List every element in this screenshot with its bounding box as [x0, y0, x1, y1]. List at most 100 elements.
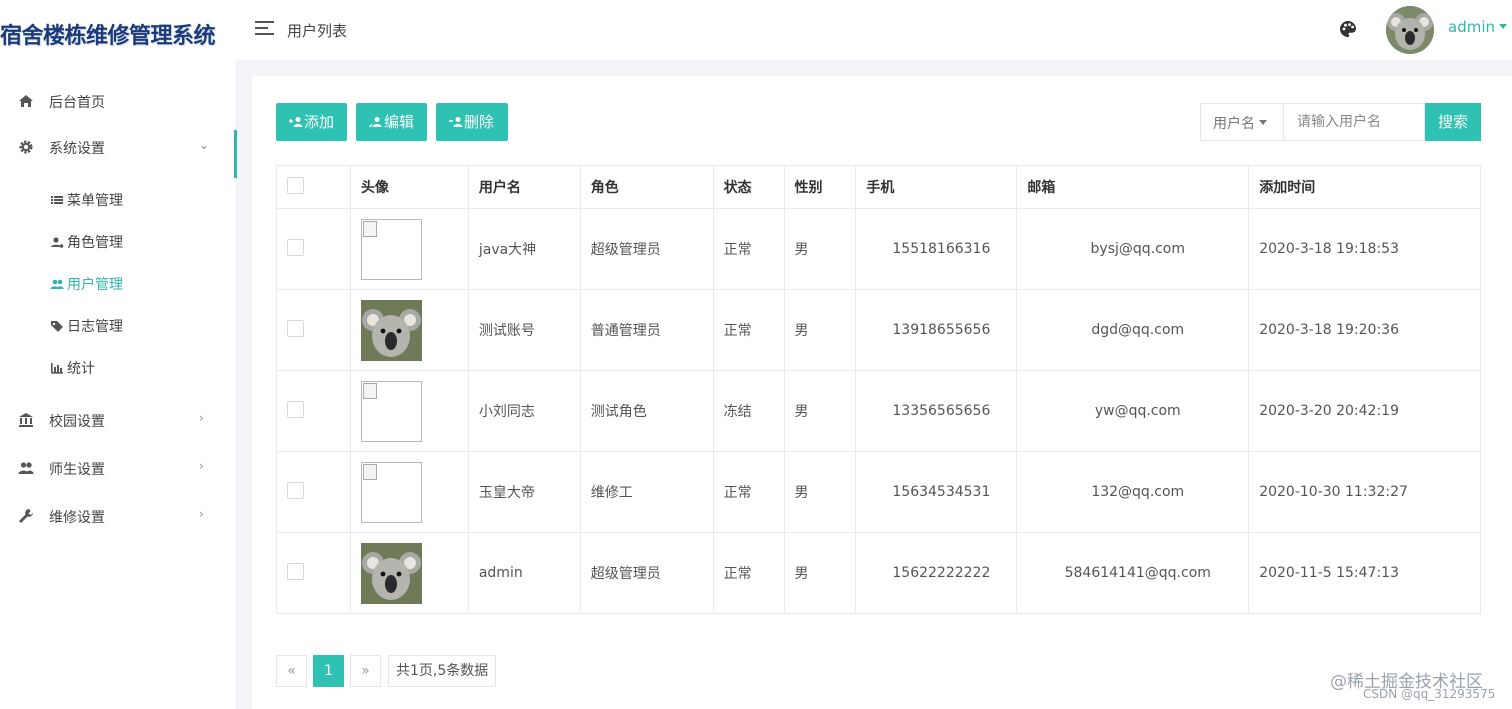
column-header: 性别: [783, 165, 857, 209]
sidebar-item-label: 校园设置: [49, 414, 105, 430]
search-button[interactable]: 搜索: [1425, 103, 1481, 141]
row-checkbox[interactable]: [287, 481, 304, 499]
search-field-label: 用户名: [1213, 116, 1255, 132]
sidebar-item-label: 角色管理: [67, 235, 123, 251]
gender-cell: 男: [783, 532, 857, 614]
edit-button[interactable]: 编辑: [356, 103, 427, 141]
status-cell: 正常: [712, 532, 785, 614]
role-cell: 测试角色: [579, 370, 714, 452]
role-cell: 超级管理员: [579, 208, 714, 290]
status-cell: 冻结: [712, 370, 785, 452]
bar-chart-icon: [51, 363, 63, 374]
palette-icon[interactable]: [1339, 20, 1357, 38]
table-row[interactable]: java大神 超级管理员 正常 男 15518166316 bysj@qq.co…: [276, 208, 1481, 290]
column-header: 角色: [579, 165, 714, 209]
added-time-cell: 2020-3-18 19:20:36: [1248, 289, 1481, 371]
edit-button-label: 编辑: [384, 113, 415, 131]
row-checkbox[interactable]: [287, 562, 304, 580]
table-row[interactable]: 小刘同志 测试角色 冻结 男 13356565656 yw@qq.com 202…: [276, 370, 1481, 452]
select-cell: [276, 289, 351, 371]
sidebar-item-label: 菜单管理: [67, 193, 123, 209]
avatar-cell: [349, 289, 469, 371]
added-time-cell: 2020-10-30 11:32:27: [1248, 451, 1481, 533]
chevron-right-icon: ›: [199, 459, 204, 473]
sidebar-item-role-management[interactable]: 角色管理: [0, 224, 237, 260]
avatar-cell: [349, 370, 469, 452]
page-title: 用户列表: [287, 22, 348, 40]
select-cell: [276, 532, 351, 614]
user-avatar[interactable]: [1386, 6, 1434, 54]
select-cell: [276, 370, 351, 452]
added-time-cell: 2020-3-18 19:18:53: [1248, 208, 1481, 290]
sidebar-item-log-management[interactable]: 日志管理: [0, 308, 237, 344]
menu-toggle-icon[interactable]: [255, 21, 274, 37]
table-row[interactable]: 玉皇大帝 维修工 正常 男 15634534531 132@qq.com 202…: [276, 451, 1481, 533]
page-number-button[interactable]: 1: [313, 655, 344, 687]
sidebar-item-label: 统计: [67, 361, 95, 377]
sidebar-item-system-settings[interactable]: 系统设置 ⌄: [0, 126, 237, 178]
user-role-icon: [51, 237, 64, 248]
sidebar-item-label: 师生设置: [49, 462, 105, 478]
chevron-right-icon: ›: [199, 411, 204, 425]
tag-icon: [51, 321, 63, 332]
avatar-cell: [349, 532, 469, 614]
chevron-right-icon: ›: [199, 507, 204, 521]
column-header: 状态: [712, 165, 785, 209]
sidebar-item-label: 日志管理: [67, 319, 123, 335]
gender-cell: 男: [783, 208, 857, 290]
row-checkbox[interactable]: [287, 238, 304, 256]
app-logo-title[interactable]: 宿舍楼栋维修管理系统: [0, 18, 237, 52]
next-page-button[interactable]: »: [350, 655, 381, 687]
user-name: admin: [1448, 18, 1495, 36]
column-header: 头像: [349, 165, 469, 209]
username-cell: java大神: [467, 208, 581, 290]
people-icon: [18, 462, 34, 474]
phone-cell: 15622222222: [855, 532, 1018, 614]
sidebar-item-label: 维修设置: [49, 510, 105, 526]
gender-cell: 男: [783, 451, 857, 533]
table-row[interactable]: admin 超级管理员 正常 男 15622222222 584614141@q…: [276, 532, 1481, 614]
sidebar-item-repair-settings[interactable]: 维修设置 ›: [0, 495, 237, 539]
users-icon: [50, 279, 64, 289]
phone-cell: 15518166316: [855, 208, 1018, 290]
sidebar-item-home[interactable]: 后台首页: [0, 80, 237, 124]
sidebar-item-user-management[interactable]: 用户管理: [0, 266, 237, 302]
remove-user-icon: [449, 117, 463, 127]
bank-icon: [19, 413, 33, 427]
search-input[interactable]: [1283, 103, 1425, 141]
sidebar-item-campus-settings[interactable]: 校园设置 ›: [0, 399, 237, 443]
user-menu[interactable]: admin: [1448, 18, 1507, 36]
gender-cell: 男: [783, 289, 857, 371]
username-cell: admin: [467, 532, 581, 614]
search-field-select[interactable]: 用户名: [1200, 103, 1284, 141]
sidebar-item-statistics[interactable]: 统计: [0, 350, 237, 386]
phone-cell: 15634534531: [855, 451, 1018, 533]
user-table: 头像 用户名 角色 状态 性别 手机 邮箱 添加时间 java大神 超级管理员 …: [276, 165, 1481, 614]
phone-cell: 13918655656: [855, 289, 1018, 371]
gender-cell: 男: [783, 370, 857, 452]
delete-button[interactable]: 删除: [436, 103, 508, 141]
added-time-cell: 2020-3-20 20:42:19: [1248, 370, 1481, 452]
add-button[interactable]: 添加: [276, 103, 347, 141]
column-header: 手机: [855, 165, 1018, 209]
status-cell: 正常: [712, 451, 785, 533]
prev-page-button[interactable]: «: [276, 655, 307, 687]
sidebar-item-teacher-student-settings[interactable]: 师生设置 ›: [0, 447, 237, 491]
sidebar-item-label: 后台首页: [49, 95, 105, 111]
chevron-down-icon: [1499, 24, 1507, 29]
sidebar-item-label: 用户管理: [67, 277, 123, 293]
add-button-label: 添加: [304, 113, 335, 131]
sidebar: 后台首页 系统设置 ⌄ 菜单管理 角色管理 用户管理 日志管理 统计 校园设置 …: [0, 60, 237, 709]
email-cell: dgd@qq.com: [1016, 289, 1250, 371]
row-checkbox[interactable]: [287, 319, 304, 337]
wrench-icon: [19, 509, 33, 523]
edit-user-icon: [369, 117, 382, 128]
sidebar-item-menu-management[interactable]: 菜单管理: [0, 182, 237, 218]
select-all-checkbox[interactable]: [287, 176, 304, 194]
select-cell: [276, 208, 351, 290]
table-row[interactable]: 测试账号 普通管理员 正常 男 13918655656 dgd@qq.com 2…: [276, 289, 1481, 371]
home-icon: [19, 95, 33, 107]
avatar-cell: [349, 208, 469, 290]
row-checkbox[interactable]: [287, 400, 304, 418]
avatar-cell: [349, 451, 469, 533]
